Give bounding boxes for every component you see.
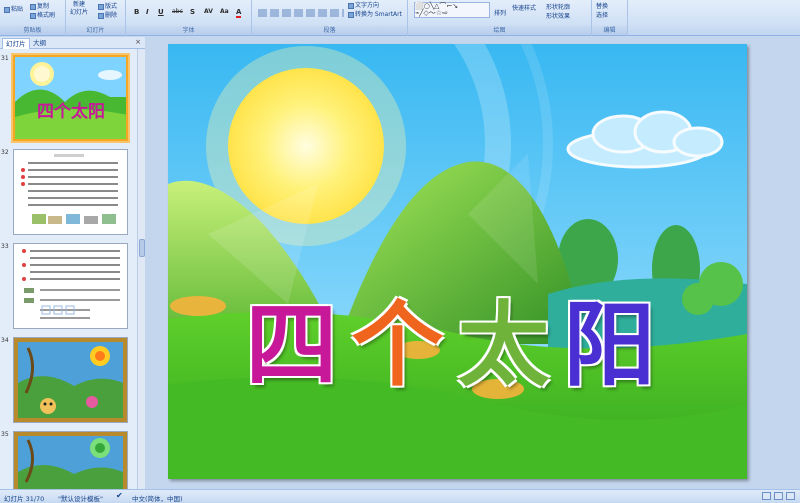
text-direction-button[interactable]: 文字方向 (348, 0, 379, 9)
slide-number: 34 (1, 337, 9, 344)
slide-32-preview (14, 150, 127, 234)
layout-button[interactable]: 版式 (98, 1, 117, 10)
drawing-group: ⬜○╲△⌒⌐↘ ⌁╱◇〜☆⇨ 排列 快速样式 形状轮廓 形状效果 绘图 (408, 0, 592, 36)
slide-title[interactable]: 四个太阳 (168, 291, 747, 401)
paste-icon (4, 6, 10, 13)
title-char-2: 个 (351, 292, 458, 399)
slide-number: 32 (1, 149, 9, 156)
slides-thumbnail-panel: 31 四个太阳 32 33 34 35 (0, 49, 137, 489)
copy-button[interactable]: 复制 (30, 1, 49, 10)
shapes-gallery[interactable]: ⬜○╲△⌒⌐↘ ⌁╱◇〜☆⇨ (414, 2, 490, 18)
clipboard-group-label: 剪贴板 (0, 26, 65, 35)
slide-thumbnail-34[interactable] (13, 337, 128, 423)
slide-number: 33 (1, 243, 9, 250)
slide-sorter-view-icon[interactable] (774, 492, 783, 500)
ribbon: 粘贴 复制 格式刷 剪贴板 新建 幻灯片 版式 删除 幻灯片 B I U abc… (0, 0, 800, 36)
layout-icon (98, 3, 104, 10)
quick-styles-button[interactable]: 快速样式 (512, 3, 536, 12)
slide-background-art (168, 44, 747, 479)
font-color-button[interactable]: A (236, 8, 242, 18)
shadow-button[interactable]: S (190, 8, 195, 16)
replace-button[interactable]: 替换 (596, 1, 608, 10)
editing-group-label: 编辑 (592, 26, 627, 35)
slide-thumbnail-32[interactable] (13, 149, 128, 235)
slide-number: 35 (1, 431, 9, 438)
drawing-group-label: 绘图 (408, 26, 591, 35)
slide-thumbnail-31[interactable]: 四个太阳 (13, 55, 128, 141)
tab-outline[interactable]: 大纲 (30, 38, 49, 49)
slide-number: 31 (1, 55, 9, 62)
editing-group: 替换 选择 编辑 (592, 0, 628, 36)
delete-icon (98, 12, 104, 19)
slide-33-preview (14, 244, 127, 328)
shape-outline-button[interactable]: 形状轮廓 (546, 2, 570, 11)
new-slide-button[interactable]: 新建 幻灯片 (70, 1, 88, 17)
panel-tabs: 幻灯片 大纲 × (0, 37, 145, 49)
title-char-1: 四 (245, 292, 352, 399)
convert-smartart-button[interactable]: 转换为 SmartArt (348, 9, 402, 18)
current-slide[interactable]: 四个太阳 (168, 44, 747, 479)
select-button[interactable]: 选择 (596, 10, 608, 19)
italic-button[interactable]: I (146, 8, 149, 16)
paste-button[interactable]: 粘贴 (4, 4, 23, 13)
change-case-button[interactable]: Aa (220, 8, 229, 15)
slides-group-label: 幻灯片 (66, 26, 125, 35)
bold-button[interactable]: B (134, 8, 139, 16)
strikethrough-button[interactable]: abc (172, 8, 183, 15)
char-spacing-button[interactable]: AV (204, 8, 213, 15)
slides-group: 新建 幻灯片 版式 删除 幻灯片 (66, 0, 126, 36)
slide-31-preview: 四个太阳 (15, 57, 126, 139)
spellcheck-icon[interactable]: ✔ (116, 491, 123, 500)
slide-show-view-icon[interactable] (786, 492, 795, 500)
copy-icon (30, 3, 36, 10)
underline-button[interactable]: U (158, 8, 164, 16)
thumbnail-scrollbar[interactable] (137, 49, 145, 489)
title-char-3: 太 (457, 292, 564, 399)
title-char-4: 阳 (563, 292, 670, 399)
thumb-31-title: 四个太阳 (37, 101, 105, 122)
paragraph-group-label: 段落 (252, 26, 407, 35)
arrange-button[interactable]: 排列 (494, 8, 506, 17)
text-direction-icon (348, 2, 354, 9)
font-group-label: 字体 (126, 26, 251, 35)
smartart-icon (348, 11, 354, 18)
slide-thumbnail-35[interactable] (13, 431, 128, 489)
format-painter-icon (30, 12, 36, 19)
align-buttons[interactable] (258, 9, 344, 17)
delete-slide-button[interactable]: 删除 (98, 10, 117, 19)
slide-thumbnail-33[interactable] (13, 243, 128, 329)
format-painter-button[interactable]: 格式刷 (30, 10, 55, 19)
slide-34-preview (14, 338, 127, 422)
close-panel-icon[interactable]: × (135, 38, 141, 46)
shape-effects-button[interactable]: 形状效果 (546, 11, 570, 20)
normal-view-icon[interactable] (762, 492, 771, 500)
status-bar: 幻灯片 31/70 "默认设计模板" ✔ 中文(简体，中国) (0, 489, 800, 503)
paragraph-group: 文字方向 转换为 SmartArt 段落 (252, 0, 408, 36)
slide-35-preview (14, 432, 127, 489)
font-group: B I U abc S AV Aa A 字体 (126, 0, 252, 36)
clipboard-group: 粘贴 复制 格式刷 剪贴板 (0, 0, 66, 36)
tab-slides[interactable]: 幻灯片 (2, 38, 30, 49)
